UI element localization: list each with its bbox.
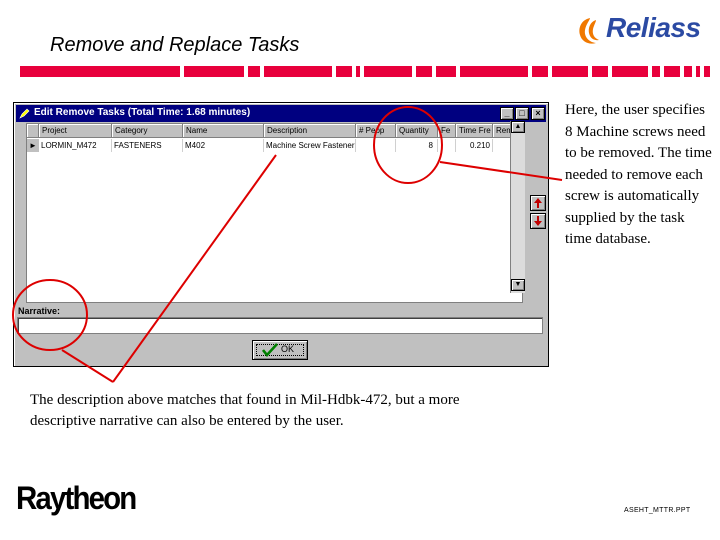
scroll-down-button[interactable]: ▼: [511, 279, 525, 291]
reliass-logo: Reliass: [576, 12, 706, 48]
window-title: Edit Remove Tasks (Total Time: 1.68 minu…: [34, 107, 251, 118]
table-cell-name[interactable]: M402: [183, 139, 264, 152]
table-cell-quantity[interactable]: 8: [396, 139, 438, 152]
vertical-scrollbar[interactable]: ▲ ▼: [510, 121, 525, 293]
edit-remove-tasks-window: Edit Remove Tasks (Total Time: 1.68 minu…: [13, 102, 549, 367]
window-titlebar[interactable]: Edit Remove Tasks (Total Time: 1.68 minu…: [16, 105, 546, 122]
column-header-description[interactable]: Description: [264, 124, 356, 138]
column-header-project[interactable]: Project: [39, 124, 112, 138]
minimize-button[interactable]: _: [500, 107, 514, 120]
scroll-up-button[interactable]: ▲: [511, 121, 525, 133]
table-cell-category[interactable]: FASTENERS: [112, 139, 183, 152]
ok-button-label: OK: [281, 344, 295, 354]
column-header-quantity[interactable]: Quantity: [396, 124, 438, 138]
reliass-swoosh-icon: [579, 18, 599, 44]
table-cell-time[interactable]: 0.210: [456, 139, 493, 152]
maximize-button[interactable]: □: [515, 107, 529, 120]
bottom-annotation: The description above matches that found…: [30, 392, 460, 429]
arrow-down-icon: [534, 216, 542, 226]
checkmark-icon: [262, 343, 278, 357]
narrative-input[interactable]: [17, 317, 543, 334]
accent-band: [20, 66, 710, 77]
column-header-people[interactable]: # Peop: [356, 124, 396, 138]
table-cell-people[interactable]: [356, 139, 396, 152]
move-up-button[interactable]: [530, 195, 546, 211]
slide-title: Remove and Replace Tasks: [50, 34, 300, 56]
column-header-fe[interactable]: Fe: [438, 124, 456, 138]
pencil-icon: [19, 108, 30, 119]
raytheon-logo: Raytheon: [16, 480, 137, 516]
arrow-up-icon: [534, 198, 542, 208]
row-selector-icon[interactable]: ►: [27, 139, 39, 152]
column-header-name[interactable]: Name: [183, 124, 264, 138]
footer-code: ASEHT_MTTR.PPT: [624, 507, 691, 514]
close-button[interactable]: ×: [531, 107, 545, 120]
tasks-table: Project Category Name Description # Peop…: [26, 123, 523, 303]
table-cell-project[interactable]: LORMIN_M472: [39, 139, 112, 152]
narrative-label: Narrative:: [18, 306, 61, 316]
column-header-time[interactable]: Time Fre: [456, 124, 493, 138]
table-cell-description[interactable]: Machine Screw Fastener: [264, 139, 356, 152]
table-cell-fe[interactable]: [438, 139, 456, 152]
column-header-category[interactable]: Category: [112, 124, 183, 138]
reliass-logo-text: Reliass: [606, 12, 701, 43]
move-down-button[interactable]: [530, 213, 546, 229]
side-annotation: Here, the user specifies 8 Machine screw…: [565, 102, 712, 247]
ok-button[interactable]: OK: [252, 340, 308, 360]
row-header-corner: [27, 124, 39, 138]
